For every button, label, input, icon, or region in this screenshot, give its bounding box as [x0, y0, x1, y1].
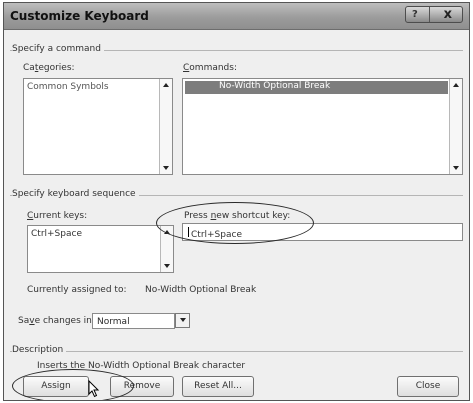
currently-assigned-value: No-Width Optional Break: [145, 285, 257, 295]
scroll-up-icon[interactable]: [163, 83, 169, 87]
mouse-pointer-icon: [88, 380, 100, 398]
new-shortcut-label: Press new shortcut key:: [184, 211, 291, 221]
description-group: [10, 351, 463, 352]
keyboard-sequence-label: Specify keyboard sequence: [12, 189, 139, 199]
new-shortcut-input[interactable]: Ctrl+Space: [182, 223, 463, 241]
chevron-down-icon: [180, 318, 186, 322]
current-keys-label: Current keys:: [27, 211, 88, 221]
save-changes-value: Normal: [97, 317, 130, 327]
list-item-selected[interactable]: No-Width Optional Break: [185, 81, 448, 94]
commands-list[interactable]: No-Width Optional Break: [182, 78, 463, 175]
customize-keyboard-dialog: Customize Keyboard ? x Specify a command…: [3, 2, 470, 401]
current-keys-scrollbar[interactable]: [160, 226, 173, 272]
dropdown-button[interactable]: [175, 313, 190, 328]
window-button-divider: [429, 7, 430, 22]
currently-assigned-label: Currently assigned to:: [27, 285, 127, 295]
categories-scrollbar[interactable]: [159, 79, 172, 174]
window-buttons: ? x: [405, 6, 463, 23]
specify-command-label: Specify a command: [12, 44, 104, 54]
close-window-button[interactable]: x: [444, 7, 452, 22]
save-changes-select[interactable]: Normal: [92, 313, 190, 329]
commands-scrollbar[interactable]: [449, 79, 462, 174]
categories-list[interactable]: Common Symbols: [23, 78, 173, 175]
new-shortcut-value: Ctrl+Space: [187, 227, 242, 240]
description-label: Description: [12, 345, 67, 355]
close-button[interactable]: Close: [397, 376, 459, 397]
save-changes-label: Save changes in:: [18, 316, 95, 326]
scroll-up-icon[interactable]: [453, 83, 459, 87]
reset-all-button[interactable]: Reset All...: [182, 376, 254, 397]
current-keys-list[interactable]: Ctrl+Space: [27, 225, 174, 273]
assign-button[interactable]: Assign: [23, 376, 89, 397]
title-bar[interactable]: Customize Keyboard ? x: [4, 3, 469, 30]
dialog-title: Customize Keyboard: [10, 9, 149, 23]
scroll-up-icon[interactable]: [164, 230, 170, 234]
list-item[interactable]: Ctrl+Space: [31, 229, 82, 239]
categories-label: Categories:: [23, 63, 75, 73]
scroll-down-icon[interactable]: [163, 166, 169, 170]
scroll-down-icon[interactable]: [164, 264, 170, 268]
scroll-down-icon[interactable]: [453, 166, 459, 170]
help-button[interactable]: ?: [412, 9, 418, 20]
commands-label: Commands:: [183, 63, 237, 73]
remove-button[interactable]: Remove: [110, 376, 174, 397]
list-item[interactable]: Common Symbols: [27, 82, 109, 92]
description-text: Inserts the No-Width Optional Break char…: [37, 361, 246, 371]
